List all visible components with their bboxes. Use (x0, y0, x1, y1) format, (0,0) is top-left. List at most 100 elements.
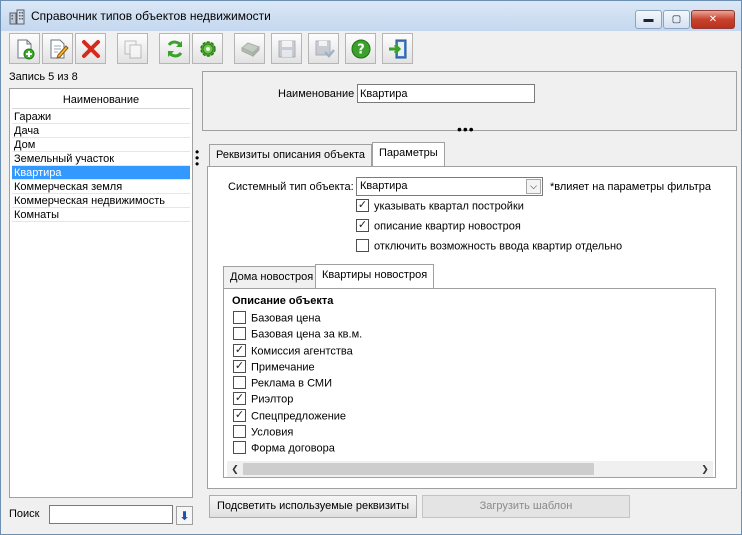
field-checkbox[interactable]: ✓ Риэлтор (233, 392, 293, 407)
settings-button[interactable] (192, 33, 223, 64)
tab-new-apartments[interactable]: Квартиры новостроя (315, 264, 435, 288)
field-checkbox[interactable]: ✓ Примечание (233, 360, 315, 375)
delete-record-button[interactable] (75, 33, 106, 64)
field-checkbox[interactable]: Условия (233, 425, 294, 440)
checkbox-checked-icon[interactable]: ✓ (233, 360, 246, 373)
list-item[interactable]: Гаражи (12, 110, 190, 124)
field-checkbox[interactable]: Базовая цена (233, 311, 321, 326)
close-icon: ✕ (708, 14, 718, 25)
type-list[interactable]: Наименование Гаражи Дача Дом Земельный у… (9, 88, 193, 498)
option-label: указывать квартал постройки (374, 200, 524, 213)
help-icon: ? (351, 39, 370, 58)
checkbox-unchecked-icon[interactable] (356, 239, 369, 252)
system-type-select[interactable]: Квартира ⌵ (356, 177, 543, 196)
refresh-icon (167, 40, 182, 57)
description-title: Описание объекта (232, 295, 334, 307)
checkbox-checked-icon[interactable]: ✓ (233, 392, 246, 405)
save-button[interactable] (271, 33, 302, 64)
name-label: Наименование (278, 88, 355, 100)
list-item[interactable]: Коммерческая недвижимость (12, 194, 190, 208)
tab-new-houses[interactable]: Дома новостроя (223, 266, 321, 288)
checkbox-unchecked-icon[interactable] (233, 425, 246, 438)
chevron-down-icon[interactable]: ⌵ (526, 179, 541, 194)
save-icon (278, 40, 295, 57)
list-item-selected[interactable]: Квартира (12, 166, 190, 180)
building-icon (9, 9, 25, 25)
svg-text:?: ? (357, 42, 365, 57)
save-close-icon (315, 40, 335, 58)
save-and-close-button[interactable] (308, 33, 339, 64)
system-type-value: Квартира (360, 180, 408, 192)
option-quarter-checkbox[interactable]: ✓ указывать квартал постройки (356, 199, 524, 214)
field-label: Базовая цена (251, 312, 321, 325)
checkbox-unchecked-icon[interactable] (233, 327, 246, 340)
field-label: Спецпредложение (251, 410, 347, 423)
checkbox-unchecked-icon[interactable] (233, 311, 246, 324)
field-checkbox[interactable]: ✓ Комиссия агентства (233, 344, 353, 359)
list-item[interactable]: Дача (12, 124, 190, 138)
print-button[interactable] (234, 33, 265, 64)
minimize-button[interactable]: ▬ (635, 10, 662, 29)
settings-gear-icon (199, 40, 216, 57)
tab-parameters[interactable]: Параметры (372, 142, 445, 166)
apartment-fields-panel: Описание объекта Базовая цена Базовая це… (223, 288, 716, 478)
field-checkbox[interactable]: Реклама в СМИ (233, 376, 332, 391)
search-label: Поиск (9, 508, 40, 520)
title-bar[interactable]: Справочник типов объектов недвижимости ▬… (1, 1, 741, 31)
add-record-button[interactable] (9, 33, 40, 64)
vertical-splitter-handle[interactable]: • • • (195, 146, 199, 170)
highlight-used-attributes-button[interactable]: Подсветить используемые реквизиты (209, 495, 417, 518)
field-label: Форма договора (251, 442, 335, 455)
horizontal-scrollbar[interactable]: ❮ ❯ (227, 461, 713, 477)
system-type-label: Системный тип объекта: (228, 181, 354, 193)
search-input[interactable] (49, 505, 173, 524)
field-label: Реклама в СМИ (251, 377, 332, 390)
exit-icon (388, 39, 406, 58)
checkbox-checked-icon[interactable]: ✓ (356, 199, 369, 212)
checkbox-unchecked-icon[interactable] (233, 376, 246, 389)
maximize-icon: ▢ (671, 14, 682, 25)
record-counter: Запись 5 из 8 (9, 71, 78, 83)
scrollbar-thumb[interactable] (243, 463, 594, 475)
horizontal-splitter-handle[interactable]: ••• (457, 122, 475, 136)
copy-record-button[interactable] (117, 33, 148, 64)
field-label: Примечание (251, 361, 315, 374)
exit-button[interactable] (382, 33, 413, 64)
scroll-right-icon[interactable]: ❯ (699, 463, 711, 475)
refresh-button[interactable] (159, 33, 190, 64)
list-column-header[interactable]: Наименование (12, 92, 190, 109)
name-input[interactable] (357, 84, 535, 103)
parameters-panel: Системный тип объекта: Квартира ⌵ *влияе… (207, 166, 737, 489)
field-checkbox[interactable]: ✓ Спецпредложение (233, 409, 347, 424)
edit-record-button[interactable] (42, 33, 73, 64)
checkbox-unchecked-icon[interactable] (233, 441, 246, 454)
field-label: Комиссия агентства (251, 345, 353, 358)
main-window: Справочник типов объектов недвижимости ▬… (0, 0, 742, 535)
list-item[interactable]: Дом (12, 138, 190, 152)
copy-icon (124, 40, 141, 58)
add-document-icon (17, 39, 34, 59)
scroll-left-icon[interactable]: ❮ (229, 463, 241, 475)
checkbox-checked-icon[interactable]: ✓ (233, 409, 246, 422)
close-button[interactable]: ✕ (691, 10, 735, 29)
tab-object-attributes[interactable]: Реквизиты описания объекта (209, 144, 373, 166)
load-template-button[interactable]: Загрузить шаблон (422, 495, 630, 518)
search-next-button[interactable]: ⬇ (176, 506, 193, 525)
list-item[interactable]: Коммерческая земля (12, 180, 190, 194)
window-title: Справочник типов объектов недвижимости (31, 9, 271, 23)
field-checkbox[interactable]: Базовая цена за кв.м. (233, 327, 363, 342)
checkbox-checked-icon[interactable]: ✓ (233, 344, 246, 357)
field-label: Условия (251, 426, 294, 439)
list-item[interactable]: Комнаты (12, 208, 190, 222)
field-checkbox[interactable]: Форма договора (233, 441, 335, 456)
option-new-apartments-checkbox[interactable]: ✓ описание квартир новостроя (356, 219, 521, 234)
edit-document-icon (50, 39, 69, 59)
option-disable-separate-checkbox[interactable]: отключить возможность ввода квартир отде… (356, 239, 622, 254)
list-item[interactable]: Земельный участок (12, 152, 190, 166)
arrow-down-icon: ⬇ (179, 508, 190, 523)
maximize-button[interactable]: ▢ (663, 10, 690, 29)
field-label: Базовая цена за кв.м. (251, 328, 363, 341)
checkbox-checked-icon[interactable]: ✓ (356, 219, 369, 232)
delete-icon (81, 39, 100, 58)
help-button[interactable]: ? (345, 33, 376, 64)
